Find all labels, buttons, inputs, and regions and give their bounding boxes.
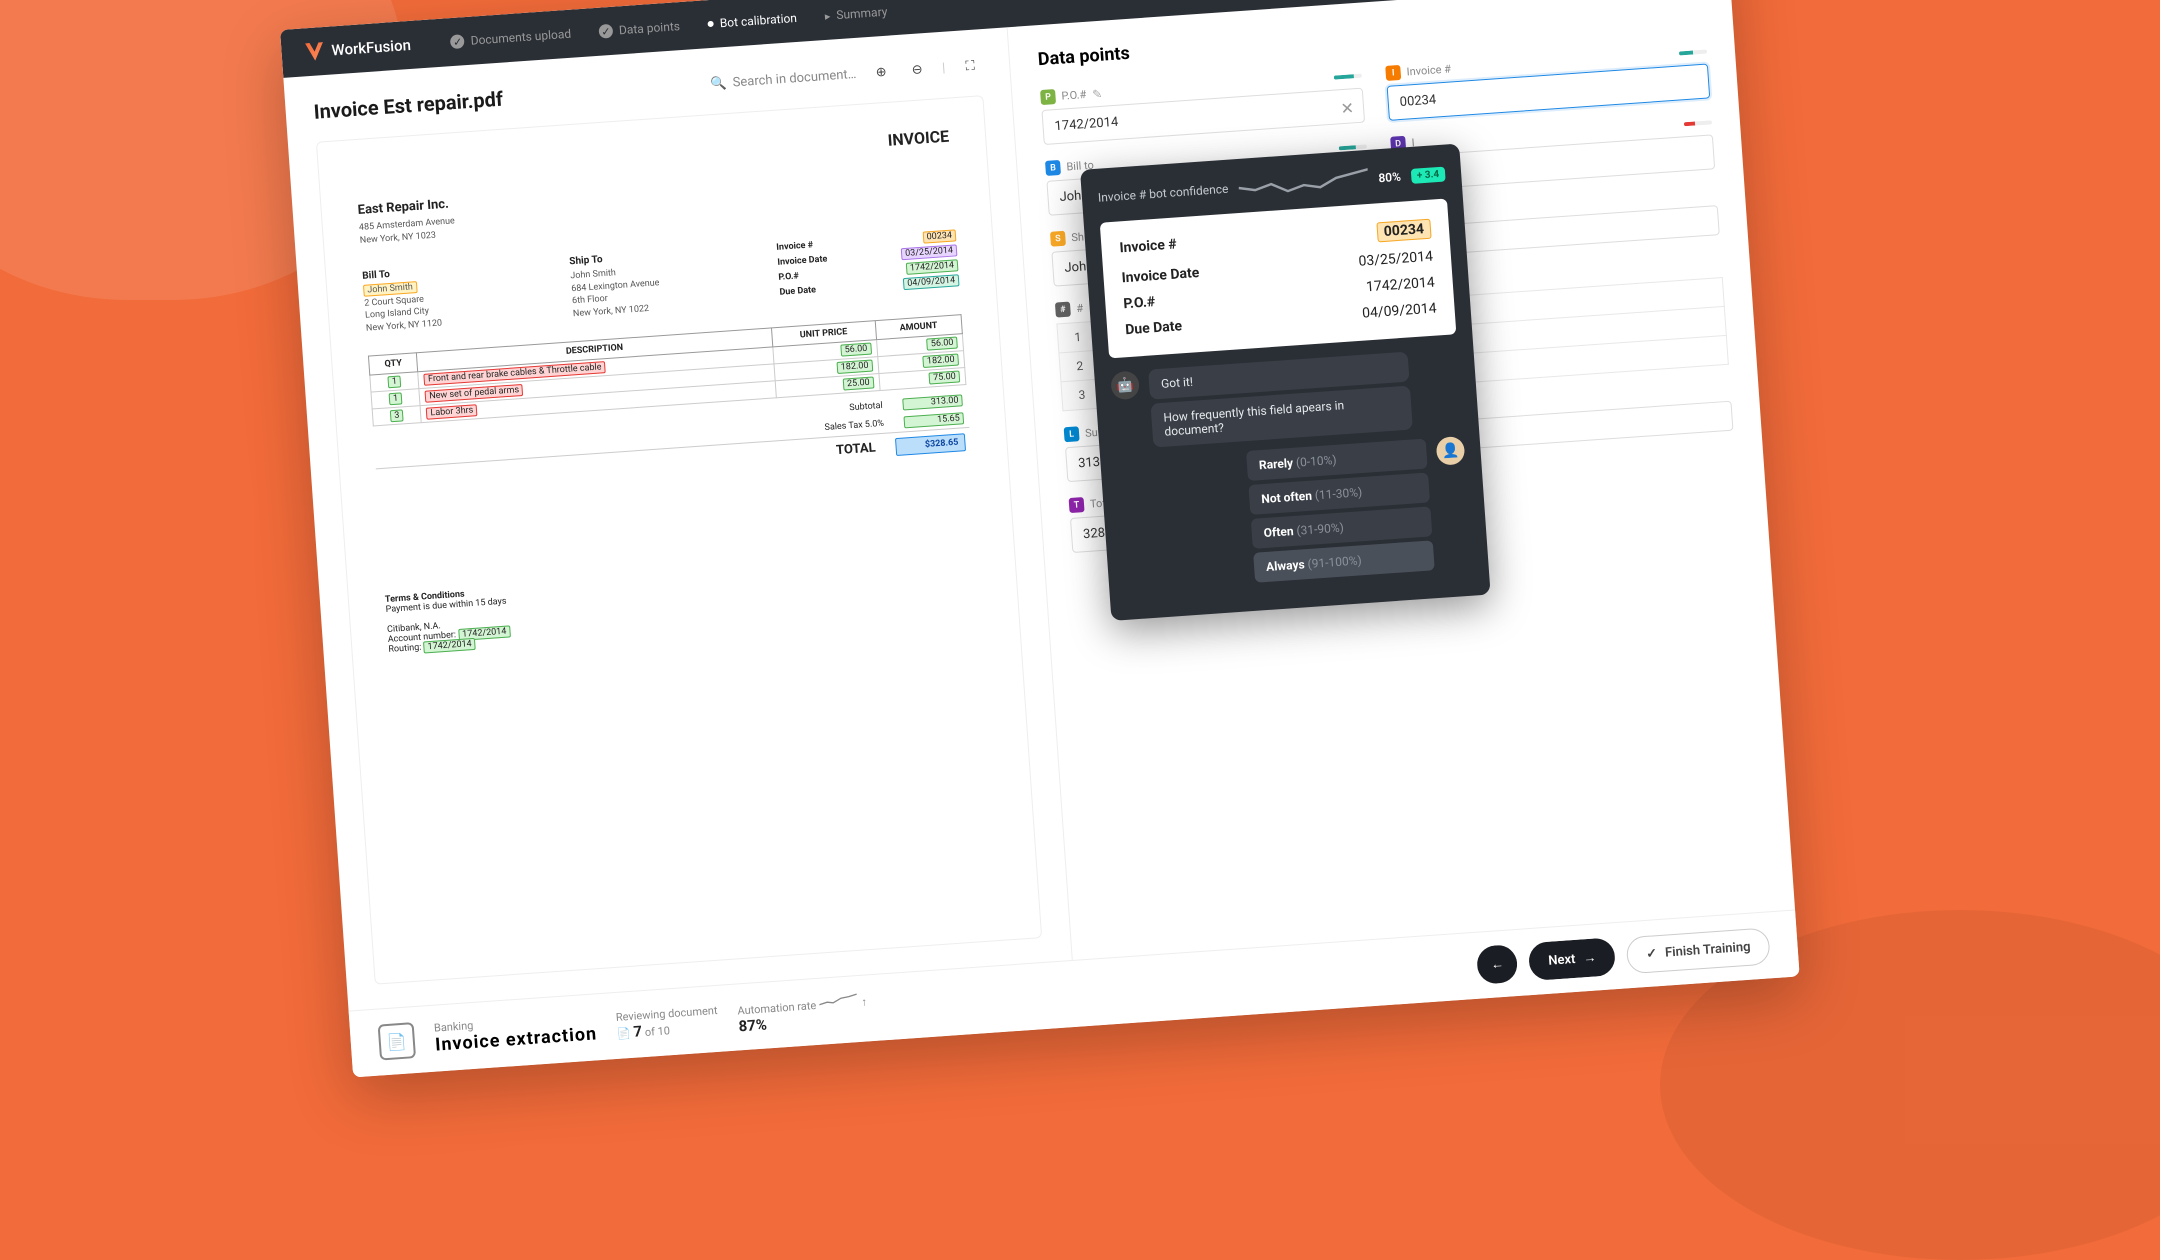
search-placeholder: Search in document…: [732, 66, 857, 90]
confidence-excerpt: Invoice #00234 Invoice Date03/25/2014 P.…: [1100, 199, 1457, 359]
bot-message: 🤖 Got it! How frequently this field apea…: [1110, 348, 1463, 450]
meta-po: 1742/2014: [906, 259, 959, 275]
search-input[interactable]: 🔍 Search in document…: [710, 66, 857, 91]
meta-due: 04/09/2014: [903, 274, 960, 290]
edit-icon[interactable]: ✎: [1092, 86, 1103, 101]
fullscreen-icon[interactable]: ⛶: [958, 54, 981, 77]
field-invoice-no: IInvoice #: [1385, 44, 1710, 121]
frequency-options: 👤 Rarely (0-10%) Not often (11-30%) Ofte…: [1116, 436, 1472, 592]
confidence-pct: 80%: [1378, 170, 1401, 186]
step-summary[interactable]: Summary: [824, 5, 888, 23]
user-avatar-icon: 👤: [1436, 436, 1466, 466]
document-viewer[interactable]: INVOICE East Repair Inc. 485 Amsterdam A…: [316, 95, 1042, 985]
terms: Terms & Conditions Payment is due within…: [385, 553, 983, 654]
step-documents-upload[interactable]: Documents upload: [450, 27, 571, 49]
document-panel: Invoice Est repair.pdf 🔍 Search in docum…: [283, 27, 1071, 1010]
prev-button[interactable]: ←: [1476, 944, 1519, 985]
sparkline-icon: [1237, 166, 1369, 201]
logo-icon: [305, 42, 324, 61]
step-bot-calibration[interactable]: Bot calibration: [707, 11, 797, 31]
popover-title: Invoice # bot confidence: [1097, 182, 1228, 205]
meta-invoice-date: 03/25/2014: [901, 245, 958, 261]
field-po: PP.O.#✎ ✕: [1040, 68, 1365, 145]
main-area: Invoice Est repair.pdf 🔍 Search in docum…: [283, 0, 1795, 1011]
next-button[interactable]: Next →: [1528, 937, 1617, 981]
reviewing-stat: Reviewing document 📄 7 of 10: [615, 1003, 719, 1041]
app-window: WorkFusion Documents upload Data points …: [280, 0, 1800, 1077]
bot-avatar-icon: 🤖: [1110, 371, 1140, 401]
document-filename: Invoice Est repair.pdf: [313, 87, 504, 124]
document-type-icon: 📄: [378, 1022, 416, 1060]
search-icon: 🔍: [710, 75, 727, 91]
automation-rate-stat: Automation rate ↑ 87%: [737, 991, 869, 1035]
clear-icon[interactable]: ✕: [1340, 98, 1355, 118]
finish-training-button[interactable]: ✓ Finish Training: [1626, 927, 1771, 974]
meta-invoice-no: 00234: [922, 230, 956, 244]
brand-name: WorkFusion: [331, 36, 412, 59]
confidence-delta: + 3.4: [1410, 166, 1445, 183]
logo: WorkFusion: [305, 36, 411, 61]
zoom-out-icon[interactable]: ⊖: [905, 58, 928, 81]
confidence-popover: Invoice # bot confidence 80% + 3.4 Invoi…: [1080, 143, 1491, 620]
zoom-in-icon[interactable]: ⊕: [869, 60, 892, 83]
step-data-points[interactable]: Data points: [599, 19, 681, 39]
